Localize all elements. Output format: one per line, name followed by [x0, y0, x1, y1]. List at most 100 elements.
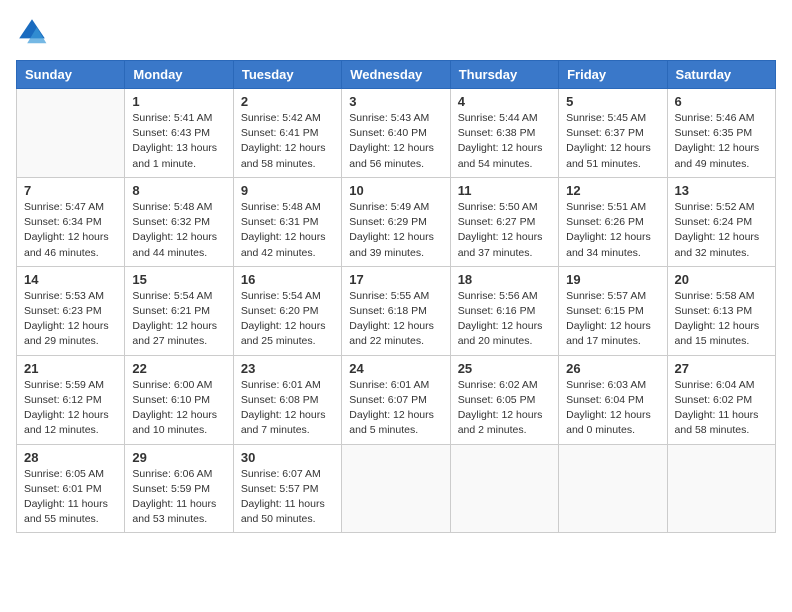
calendar-cell: 26Sunrise: 6:03 AMSunset: 6:04 PMDayligh… [559, 355, 667, 444]
day-info: Sunrise: 5:54 AMSunset: 6:21 PMDaylight:… [132, 289, 225, 350]
day-info: Sunrise: 6:04 AMSunset: 6:02 PMDaylight:… [675, 378, 768, 439]
day-info: Sunrise: 5:56 AMSunset: 6:16 PMDaylight:… [458, 289, 551, 350]
calendar-cell [450, 444, 558, 533]
day-info: Sunrise: 5:43 AMSunset: 6:40 PMDaylight:… [349, 111, 442, 172]
week-row-4: 21 Sunrise: 5:59 AMSunset: 6:12 PMDayligh… [17, 355, 776, 444]
day-info: Sunrise: 5:48 AMSunset: 6:32 PMDaylight:… [132, 200, 225, 261]
calendar-cell: 29 Sunrise: 6:06 AMSunset: 5:59 PMDayligh… [125, 444, 233, 533]
day-number: 6 [675, 94, 768, 109]
calendar-cell [667, 444, 775, 533]
day-number: 23 [241, 361, 334, 376]
calendar: SundayMondayTuesdayWednesdayThursdayFrid… [16, 60, 776, 533]
day-number: 7 [24, 183, 117, 198]
calendar-cell [342, 444, 450, 533]
calendar-cell: 17 Sunrise: 5:55 AMSunset: 6:18 PMDayligh… [342, 266, 450, 355]
day-number: 9 [241, 183, 334, 198]
weekday-header-sunday: Sunday [17, 61, 125, 89]
calendar-cell [17, 89, 125, 178]
day-number: 30 [241, 450, 334, 465]
calendar-cell: 20Sunrise: 5:58 AMSunset: 6:13 PMDayligh… [667, 266, 775, 355]
day-number: 1 [132, 94, 225, 109]
day-info: Sunrise: 5:42 AMSunset: 6:41 PMDaylight:… [241, 111, 334, 172]
day-number: 14 [24, 272, 117, 287]
calendar-cell: 24 Sunrise: 6:01 AMSunset: 6:07 PMDayligh… [342, 355, 450, 444]
day-info: Sunrise: 6:01 AMSunset: 6:08 PMDaylight:… [241, 378, 334, 439]
week-row-1: 1Sunrise: 5:41 AMSunset: 6:43 PMDaylight… [17, 89, 776, 178]
day-info: Sunrise: 5:44 AMSunset: 6:38 PMDaylight:… [458, 111, 551, 172]
calendar-cell: 9 Sunrise: 5:48 AMSunset: 6:31 PMDaylight… [233, 177, 341, 266]
day-info: Sunrise: 6:02 AMSunset: 6:05 PMDaylight:… [458, 378, 551, 439]
day-number: 2 [241, 94, 334, 109]
calendar-cell: 6 Sunrise: 5:46 AMSunset: 6:35 PMDaylight… [667, 89, 775, 178]
logo-icon [16, 16, 48, 48]
day-info: Sunrise: 5:47 AMSunset: 6:34 PMDaylight:… [24, 200, 117, 261]
calendar-cell: 13 Sunrise: 5:52 AMSunset: 6:24 PMDayligh… [667, 177, 775, 266]
day-number: 5 [566, 94, 659, 109]
day-info: Sunrise: 6:00 AMSunset: 6:10 PMDaylight:… [132, 378, 225, 439]
weekday-header-friday: Friday [559, 61, 667, 89]
weekday-header-row: SundayMondayTuesdayWednesdayThursdayFrid… [17, 61, 776, 89]
calendar-cell: 18 Sunrise: 5:56 AMSunset: 6:16 PMDayligh… [450, 266, 558, 355]
calendar-cell: 15 Sunrise: 5:54 AMSunset: 6:21 PMDayligh… [125, 266, 233, 355]
day-info: Sunrise: 6:01 AMSunset: 6:07 PMDaylight:… [349, 378, 442, 439]
calendar-cell: 21 Sunrise: 5:59 AMSunset: 6:12 PMDayligh… [17, 355, 125, 444]
weekday-header-thursday: Thursday [450, 61, 558, 89]
weekday-header-monday: Monday [125, 61, 233, 89]
day-info: Sunrise: 5:51 AMSunset: 6:26 PMDaylight:… [566, 200, 659, 261]
day-number: 13 [675, 183, 768, 198]
calendar-cell: 2 Sunrise: 5:42 AMSunset: 6:41 PMDaylight… [233, 89, 341, 178]
day-info: Sunrise: 6:05 AMSunset: 6:01 PMDaylight:… [24, 467, 117, 528]
calendar-cell: 25 Sunrise: 6:02 AMSunset: 6:05 PMDayligh… [450, 355, 558, 444]
day-info: Sunrise: 5:54 AMSunset: 6:20 PMDaylight:… [241, 289, 334, 350]
day-info: Sunrise: 6:07 AMSunset: 5:57 PMDaylight:… [241, 467, 334, 528]
day-info: Sunrise: 5:48 AMSunset: 6:31 PMDaylight:… [241, 200, 334, 261]
calendar-cell: 28 Sunrise: 6:05 AMSunset: 6:01 PMDayligh… [17, 444, 125, 533]
day-info: Sunrise: 5:52 AMSunset: 6:24 PMDaylight:… [675, 200, 768, 261]
day-number: 4 [458, 94, 551, 109]
day-number: 22 [132, 361, 225, 376]
day-info: Sunrise: 5:58 AMSunset: 6:13 PMDaylight:… [675, 289, 768, 350]
day-number: 28 [24, 450, 117, 465]
page-header [16, 16, 776, 48]
day-number: 16 [241, 272, 334, 287]
day-number: 26 [566, 361, 659, 376]
calendar-cell: 30 Sunrise: 6:07 AMSunset: 5:57 PMDayligh… [233, 444, 341, 533]
day-info: Sunrise: 5:55 AMSunset: 6:18 PMDaylight:… [349, 289, 442, 350]
day-info: Sunrise: 5:59 AMSunset: 6:12 PMDaylight:… [24, 378, 117, 439]
day-number: 29 [132, 450, 225, 465]
weekday-header-wednesday: Wednesday [342, 61, 450, 89]
calendar-cell: 3 Sunrise: 5:43 AMSunset: 6:40 PMDaylight… [342, 89, 450, 178]
day-number: 21 [24, 361, 117, 376]
calendar-cell: 11 Sunrise: 5:50 AMSunset: 6:27 PMDayligh… [450, 177, 558, 266]
calendar-cell: 23 Sunrise: 6:01 AMSunset: 6:08 PMDayligh… [233, 355, 341, 444]
day-number: 12 [566, 183, 659, 198]
weekday-header-tuesday: Tuesday [233, 61, 341, 89]
calendar-cell: 14Sunrise: 5:53 AMSunset: 6:23 PMDayligh… [17, 266, 125, 355]
calendar-cell: 27Sunrise: 6:04 AMSunset: 6:02 PMDayligh… [667, 355, 775, 444]
day-info: Sunrise: 5:57 AMSunset: 6:15 PMDaylight:… [566, 289, 659, 350]
day-number: 18 [458, 272, 551, 287]
calendar-cell: 22 Sunrise: 6:00 AMSunset: 6:10 PMDayligh… [125, 355, 233, 444]
day-info: Sunrise: 5:49 AMSunset: 6:29 PMDaylight:… [349, 200, 442, 261]
calendar-cell: 16 Sunrise: 5:54 AMSunset: 6:20 PMDayligh… [233, 266, 341, 355]
day-number: 11 [458, 183, 551, 198]
calendar-cell: 19Sunrise: 5:57 AMSunset: 6:15 PMDayligh… [559, 266, 667, 355]
week-row-5: 28 Sunrise: 6:05 AMSunset: 6:01 PMDayligh… [17, 444, 776, 533]
day-number: 3 [349, 94, 442, 109]
day-number: 15 [132, 272, 225, 287]
calendar-cell: 1Sunrise: 5:41 AMSunset: 6:43 PMDaylight… [125, 89, 233, 178]
week-row-3: 14Sunrise: 5:53 AMSunset: 6:23 PMDayligh… [17, 266, 776, 355]
day-info: Sunrise: 5:46 AMSunset: 6:35 PMDaylight:… [675, 111, 768, 172]
day-info: Sunrise: 6:06 AMSunset: 5:59 PMDaylight:… [132, 467, 225, 528]
day-info: Sunrise: 5:50 AMSunset: 6:27 PMDaylight:… [458, 200, 551, 261]
logo [16, 16, 52, 48]
day-number: 24 [349, 361, 442, 376]
calendar-cell: 7 Sunrise: 5:47 AMSunset: 6:34 PMDaylight… [17, 177, 125, 266]
calendar-cell: 10 Sunrise: 5:49 AMSunset: 6:29 PMDayligh… [342, 177, 450, 266]
day-number: 25 [458, 361, 551, 376]
day-number: 10 [349, 183, 442, 198]
calendar-cell: 12 Sunrise: 5:51 AMSunset: 6:26 PMDayligh… [559, 177, 667, 266]
day-info: Sunrise: 5:45 AMSunset: 6:37 PMDaylight:… [566, 111, 659, 172]
day-number: 17 [349, 272, 442, 287]
calendar-cell: 4 Sunrise: 5:44 AMSunset: 6:38 PMDaylight… [450, 89, 558, 178]
